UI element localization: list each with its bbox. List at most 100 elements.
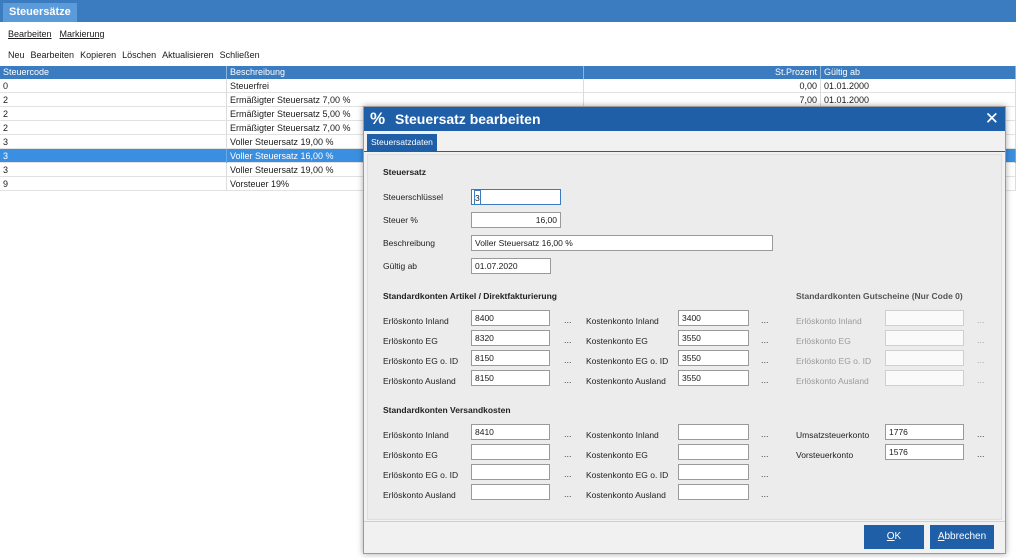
voucher-revenue-ausland-input[interactable] <box>885 370 964 386</box>
cell-percent: 0,00 <box>584 79 821 93</box>
artikel-cost-eg-input[interactable]: 3550 <box>678 330 749 346</box>
cell-description: Ermäßigter Steuersatz 7,00 % <box>227 93 584 107</box>
tax-percent-label: Steuer % <box>383 215 418 225</box>
voucher-revenue-ausland-label: Erlöskonto Ausland <box>796 376 869 386</box>
cell-code: 2 <box>0 93 227 107</box>
table-row[interactable]: 2 Ermäßigter Steuersatz 7,00 % 7,00 01.0… <box>0 93 1016 107</box>
tax-percent-input[interactable]: 16,00 <box>471 212 561 228</box>
grid-header: Steuercode Beschreibung St.Prozent Gülti… <box>0 66 1016 79</box>
shipping-revenue-eg-no-id-browse[interactable]: ... <box>564 469 572 479</box>
voucher-revenue-eg-no-id-label: Erlöskonto EG o. ID <box>796 356 872 366</box>
voucher-revenue-eg-no-id-input[interactable] <box>885 350 964 366</box>
delete-button[interactable]: Löschen <box>122 49 156 61</box>
tab-steuersatzdaten[interactable]: Steuersatzdaten <box>367 134 437 151</box>
menu-markierung[interactable]: Markierung <box>60 28 105 40</box>
shipping-revenue-inland-input[interactable]: 8410 <box>471 424 550 440</box>
close-button[interactable]: Schließen <box>220 49 260 61</box>
artikel-revenue-eg-no-id-input[interactable]: 8150 <box>471 350 550 366</box>
tax-key-label: Steuerschlüssel <box>383 192 444 202</box>
shipping-cost-inland-browse[interactable]: ... <box>761 429 769 439</box>
shipping-revenue-eg-label: Erlöskonto EG <box>383 450 438 460</box>
ok-label-rest: K <box>894 531 902 542</box>
shipping-cost-eg-no-id-input[interactable] <box>678 464 749 480</box>
voucher-revenue-inland-browse[interactable]: ... <box>977 315 985 325</box>
close-icon[interactable]: ✕ <box>985 109 999 129</box>
artikel-cost-eg-no-id-browse[interactable]: ... <box>761 355 769 365</box>
new-button[interactable]: Neu <box>8 49 25 61</box>
artikel-cost-inland-input[interactable]: 3400 <box>678 310 749 326</box>
artikel-cost-eg-no-id-input[interactable]: 3550 <box>678 350 749 366</box>
column-header-code[interactable]: Steuercode <box>0 66 227 79</box>
description-input[interactable]: Voller Steuersatz 16,00 % <box>471 235 773 251</box>
section-steuersatz: Steuersatz <box>383 167 426 177</box>
shipping-cost-inland-label: Kostenkonto Inland <box>586 430 659 440</box>
menu-bearbeiten-label: Bearbeiten <box>8 29 52 39</box>
cell-percent: 7,00 <box>584 93 821 107</box>
dialog-title: Steuersatz bearbeiten <box>395 111 541 127</box>
shipping-cost-eg-no-id-browse[interactable]: ... <box>761 469 769 479</box>
input-tax-account-input[interactable]: 1576 <box>885 444 964 460</box>
voucher-revenue-eg-label: Erlöskonto EG <box>796 336 851 346</box>
artikel-revenue-ausland-browse[interactable]: ... <box>564 375 572 385</box>
shipping-cost-ausland-input[interactable] <box>678 484 749 500</box>
dialog-title-bar[interactable]: % Steuersatz bearbeiten ✕ <box>364 107 1005 131</box>
input-tax-account-label: Vorsteuerkonto <box>796 450 854 460</box>
section-standardkonten-versandkosten: Standardkonten Versandkosten <box>383 405 511 415</box>
artikel-revenue-eg-browse[interactable]: ... <box>564 335 572 345</box>
shipping-revenue-inland-label: Erlöskonto Inland <box>383 430 449 440</box>
voucher-revenue-eg-input[interactable] <box>885 330 964 346</box>
voucher-revenue-ausland-browse[interactable]: ... <box>977 375 985 385</box>
shipping-revenue-ausland-browse[interactable]: ... <box>564 489 572 499</box>
table-row[interactable]: 0 Steuerfrei 0,00 01.01.2000 <box>0 79 1016 93</box>
shipping-revenue-ausland-label: Erlöskonto Ausland <box>383 490 456 500</box>
valid-from-label: Gültig ab <box>383 261 418 271</box>
ok-button[interactable]: OK <box>864 525 924 549</box>
shipping-revenue-ausland-input[interactable] <box>471 484 550 500</box>
sales-tax-account-input[interactable]: 1776 <box>885 424 964 440</box>
shipping-cost-ausland-browse[interactable]: ... <box>761 489 769 499</box>
cell-description: Steuerfrei <box>227 79 584 93</box>
artikel-revenue-eg-no-id-browse[interactable]: ... <box>564 355 572 365</box>
artikel-cost-ausland-input[interactable]: 3550 <box>678 370 749 386</box>
artikel-cost-inland-browse[interactable]: ... <box>761 315 769 325</box>
cell-code: 0 <box>0 79 227 93</box>
shipping-cost-ausland-label: Kostenkonto Ausland <box>586 490 666 500</box>
tab-underline <box>364 151 1005 152</box>
shipping-revenue-inland-browse[interactable]: ... <box>564 429 572 439</box>
cell-code: 3 <box>0 163 227 177</box>
cell-valid-from: 01.01.2000 <box>821 93 1016 107</box>
copy-button[interactable]: Kopieren <box>80 49 116 61</box>
artikel-cost-eg-browse[interactable]: ... <box>761 335 769 345</box>
valid-from-input[interactable]: 01.07.2020 <box>471 258 551 274</box>
artikel-revenue-inland-input[interactable]: 8400 <box>471 310 550 326</box>
shipping-revenue-eg-no-id-input[interactable] <box>471 464 550 480</box>
refresh-button[interactable]: Aktualisieren <box>162 49 214 61</box>
menu-bearbeiten[interactable]: Bearbeiten <box>8 28 52 40</box>
tax-key-input[interactable]: 3 <box>471 189 561 205</box>
artikel-revenue-inland-browse[interactable]: ... <box>564 315 572 325</box>
column-header-valid-from[interactable]: Gültig ab <box>821 66 1016 79</box>
artikel-revenue-ausland-input[interactable]: 8150 <box>471 370 550 386</box>
shipping-cost-inland-input[interactable] <box>678 424 749 440</box>
cancel-button[interactable]: Abbrechen <box>930 525 994 549</box>
column-header-percent[interactable]: St.Prozent <box>584 66 821 79</box>
column-header-description[interactable]: Beschreibung <box>227 66 584 79</box>
edit-button[interactable]: Bearbeiten <box>31 49 75 61</box>
shipping-cost-eg-browse[interactable]: ... <box>761 449 769 459</box>
shipping-revenue-eg-browse[interactable]: ... <box>564 449 572 459</box>
artikel-revenue-eg-input[interactable]: 8320 <box>471 330 550 346</box>
voucher-revenue-eg-browse[interactable]: ... <box>977 335 985 345</box>
artikel-cost-ausland-browse[interactable]: ... <box>761 375 769 385</box>
voucher-revenue-inland-input[interactable] <box>885 310 964 326</box>
shipping-cost-eg-input[interactable] <box>678 444 749 460</box>
sales-tax-account-label: Umsatzsteuerkonto <box>796 430 870 440</box>
tax-key-value: 3 <box>474 190 481 204</box>
input-tax-account-browse[interactable]: ... <box>977 449 985 459</box>
menu-bar: Bearbeiten Markierung <box>8 28 105 40</box>
artikel-revenue-eg-label: Erlöskonto EG <box>383 336 438 346</box>
description-label: Beschreibung <box>383 238 435 248</box>
voucher-revenue-eg-no-id-browse[interactable]: ... <box>977 355 985 365</box>
sales-tax-account-browse[interactable]: ... <box>977 429 985 439</box>
artikel-cost-eg-no-id-label: Kostenkonto EG o. ID <box>586 356 669 366</box>
shipping-revenue-eg-input[interactable] <box>471 444 550 460</box>
